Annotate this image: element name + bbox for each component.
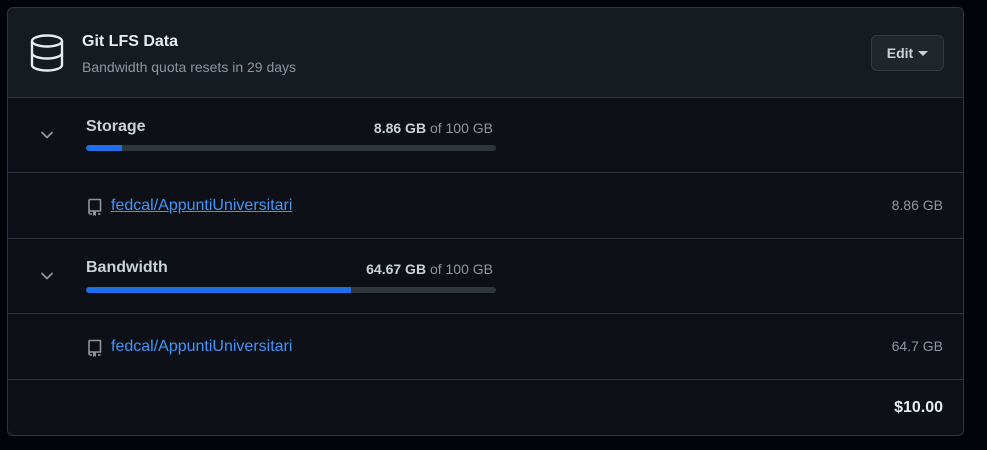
chevron-down-icon[interactable] <box>40 130 54 140</box>
chevron-down-icon[interactable] <box>40 271 54 281</box>
bandwidth-usage: 64.67 GB of 100 GB <box>366 261 493 277</box>
card-title: Git LFS Data <box>82 33 179 50</box>
bandwidth-section: Bandwidth 64.67 GB of 100 GB <box>8 239 963 314</box>
storage-section: Storage 8.86 GB of 100 GB <box>8 98 963 173</box>
triangle-down-icon <box>918 51 929 56</box>
bandwidth-repo-row: fedcal/AppuntiUniversitari 64.7 GB <box>8 314 963 380</box>
repo-link[interactable]: fedcal/AppuntiUniversitari <box>111 197 292 215</box>
storage-usage: 8.86 GB of 100 GB <box>374 120 493 136</box>
repo-icon <box>88 198 102 216</box>
bandwidth-limit: of 100 GB <box>429 261 493 277</box>
storage-progress-fill <box>86 145 123 151</box>
card-header: Git LFS Data Bandwidth quota resets in 2… <box>8 8 963 98</box>
edit-button-label: Edit <box>886 45 914 61</box>
repo-size: 64.7 GB <box>891 338 943 354</box>
git-lfs-card: Git LFS Data Bandwidth quota resets in 2… <box>7 7 964 436</box>
storage-used: 8.86 GB <box>373 120 427 136</box>
repo-size: 8.86 GB <box>891 197 943 213</box>
database-icon <box>30 34 64 72</box>
storage-title: Storage <box>86 118 146 135</box>
storage-repo-row: fedcal/AppuntiUniversitari 8.86 GB <box>8 173 963 239</box>
bandwidth-progress-fill <box>86 287 352 293</box>
bandwidth-title: Bandwidth <box>86 259 168 276</box>
bandwidth-used: 64.67 GB <box>366 261 427 277</box>
total-cost: $10.00 <box>894 399 943 416</box>
edit-button[interactable]: Edit <box>871 35 944 71</box>
quota-reset-text: Bandwidth quota resets in 29 days <box>82 59 297 75</box>
bandwidth-progress-bar <box>86 287 496 293</box>
storage-limit: of 100 GB <box>429 120 493 136</box>
storage-progress-bar <box>86 145 496 151</box>
repo-icon <box>88 339 102 357</box>
repo-link[interactable]: fedcal/AppuntiUniversitari <box>111 338 292 356</box>
